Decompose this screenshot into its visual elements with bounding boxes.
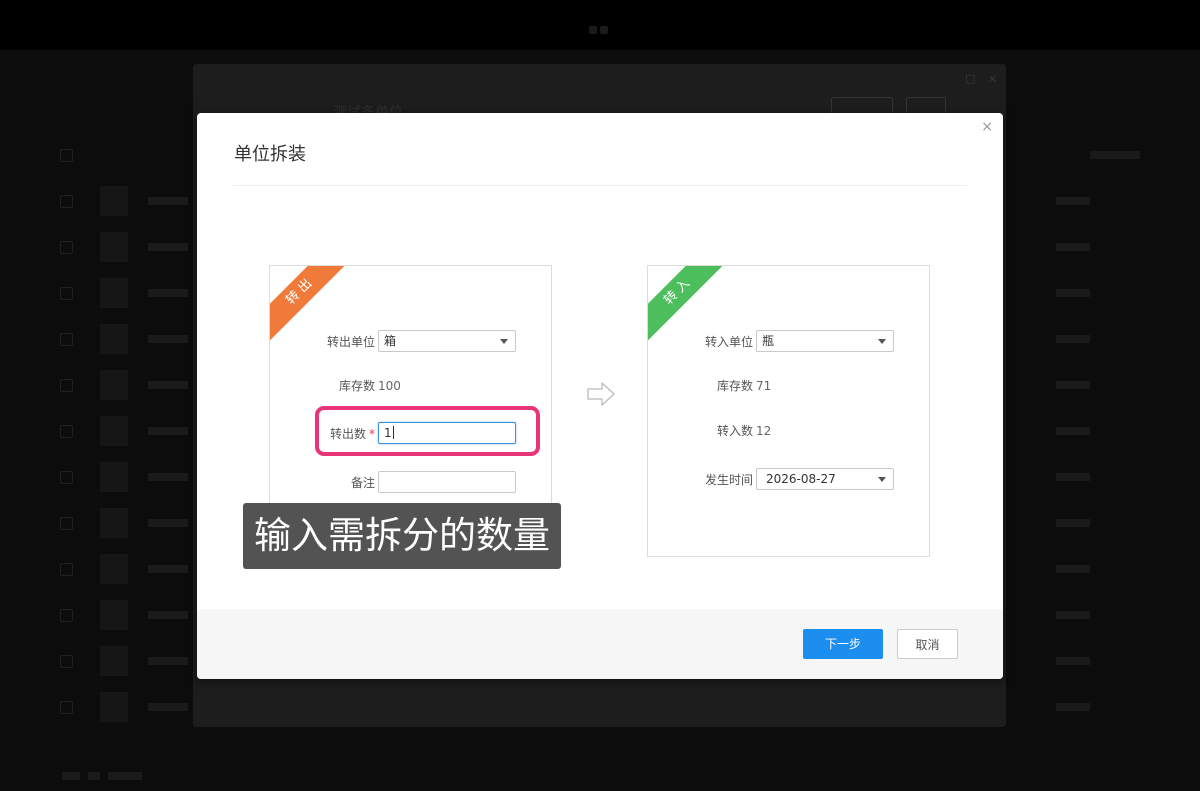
window-handle-icon: [589, 19, 611, 34]
cancel-button[interactable]: 取消: [897, 629, 958, 659]
in-qty-label: 转入数: [716, 424, 753, 438]
in-unit-value: 瓶: [762, 334, 775, 348]
out-unit-row: 转出单位 箱: [270, 330, 551, 354]
out-remark-label: 备注: [350, 476, 375, 490]
out-stock-value: 100: [378, 379, 401, 393]
top-bar: [0, 0, 1200, 50]
maximize-icon: □: [965, 72, 976, 85]
out-unit-label: 转出单位: [326, 335, 375, 349]
background-pagination: [62, 765, 182, 780]
in-unit-row: 转入单位 瓶: [648, 330, 929, 354]
in-stock-label: 库存数: [716, 379, 753, 393]
dialog-title: 单位拆装: [234, 144, 306, 165]
in-unit-select[interactable]: 瓶: [756, 330, 894, 352]
title-divider: [233, 185, 967, 186]
in-qty-row: 转入数 12: [648, 419, 929, 443]
in-qty-value: 12: [756, 424, 772, 438]
tutorial-highlight-box: [315, 406, 540, 456]
in-stock-row: 库存数 71: [648, 374, 929, 398]
transfer-in-panel: 转入 转入单位 瓶 库存数 71 转入数 12 发生时间 2026-08-27: [647, 265, 930, 557]
in-date-row: 发生时间 2026-08-27: [648, 468, 929, 492]
next-step-button[interactable]: 下一步: [803, 629, 883, 659]
unit-split-dialog: × 单位拆装 转出 转出单位 箱 库存数 100 转出数 * 1 备注 转入 转…: [197, 113, 1003, 679]
in-stock-value: 71: [756, 379, 772, 393]
arrow-right-icon: [587, 382, 615, 406]
out-stock-row: 库存数 100: [270, 374, 551, 398]
chevron-down-icon: [878, 477, 886, 482]
out-unit-select[interactable]: 箱: [378, 330, 516, 352]
close-icon: ×: [988, 72, 998, 85]
out-remark-row: 备注: [270, 471, 551, 495]
chevron-down-icon: [878, 339, 886, 344]
in-date-select[interactable]: 2026-08-27: [756, 468, 894, 490]
out-stock-label: 库存数: [338, 379, 375, 393]
tutorial-caption: 输入需拆分的数量: [243, 503, 561, 569]
chevron-down-icon: [500, 339, 508, 344]
dialog-close-icon[interactable]: ×: [981, 119, 993, 135]
in-date-label: 发生时间: [704, 473, 753, 487]
in-date-value: 2026-08-27: [766, 472, 836, 486]
out-remark-input[interactable]: [378, 471, 516, 493]
dialog-footer: 下一步 取消: [197, 609, 1003, 679]
in-unit-label: 转入单位: [704, 335, 753, 349]
out-unit-value: 箱: [384, 334, 397, 348]
